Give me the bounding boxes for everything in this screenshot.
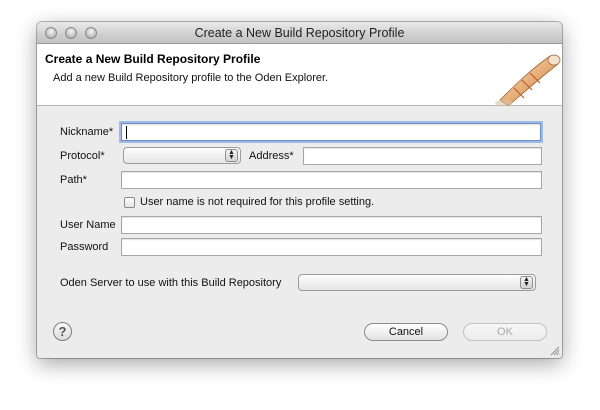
build-repository-banner-icon <box>495 54 561 106</box>
window-title: Create a New Build Repository Profile <box>194 26 405 40</box>
ok-button[interactable]: OK <box>463 323 547 341</box>
resize-grip-icon[interactable] <box>550 346 560 356</box>
banner-title: Create a New Build Repository Profile <box>45 52 261 66</box>
banner-description: Add a new Build Repository profile to th… <box>53 72 329 84</box>
password-field[interactable] <box>121 238 542 256</box>
cancel-button[interactable]: Cancel <box>364 323 448 341</box>
dialog-window: Create a New Build Repository Profile Cr… <box>37 22 562 358</box>
protocol-select[interactable]: ▲ ▼ <box>123 147 241 164</box>
chevron-up-down-icon: ▲ ▼ <box>520 276 533 289</box>
protocol-label: Protocol* <box>60 150 105 162</box>
title-bar[interactable]: Create a New Build Repository Profile <box>37 22 562 44</box>
chevron-up-down-icon: ▲ ▼ <box>225 149 238 162</box>
username-label: User Name <box>60 219 116 231</box>
username-not-required-label[interactable]: User name is not required for this profi… <box>140 196 374 208</box>
nickname-field[interactable] <box>121 123 541 141</box>
password-label: Password <box>60 241 109 253</box>
address-label: Address* <box>249 150 294 162</box>
oden-server-select[interactable]: ▲ ▼ <box>298 274 536 291</box>
username-field[interactable] <box>121 216 542 234</box>
nickname-label: Nickname* <box>60 126 114 138</box>
path-field[interactable] <box>121 171 542 189</box>
text-caret <box>126 126 127 139</box>
path-label: Path* <box>60 174 87 186</box>
wizard-banner: Create a New Build Repository Profile Ad… <box>37 44 562 106</box>
address-field[interactable] <box>303 147 542 165</box>
oden-server-label: Oden Server to use with this Build Repos… <box>60 277 282 289</box>
help-icon[interactable]: ? <box>53 322 72 341</box>
username-not-required-checkbox[interactable] <box>124 197 135 208</box>
